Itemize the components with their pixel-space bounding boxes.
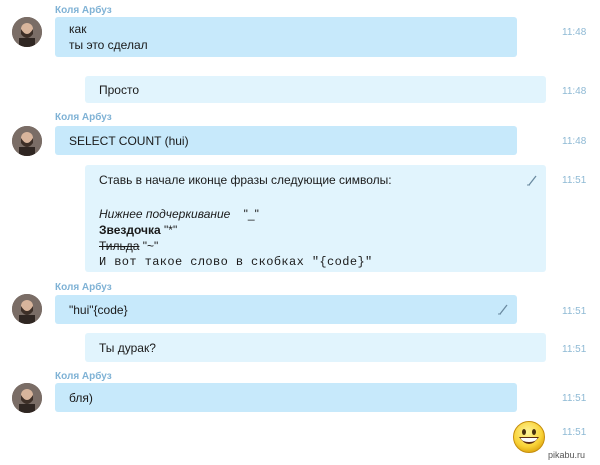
message-line: ты это сделал	[69, 38, 148, 52]
sender-name[interactable]: Коля Арбуз	[55, 112, 112, 124]
message-line: бля)	[69, 391, 93, 405]
message-line: "hui"{code}	[69, 303, 128, 317]
pencil-edit-icon[interactable]	[497, 303, 509, 315]
bold-label: Звездочка	[99, 223, 161, 237]
italic-label: Нижнее подчеркивание	[99, 207, 231, 221]
italic-symbol: "_"	[243, 207, 259, 221]
strike-symbol: "~"	[142, 239, 159, 253]
sender-name[interactable]: Коля Арбуз	[55, 371, 112, 383]
message-bubble[interactable]: Ты дурак?	[85, 333, 546, 362]
message-bubble[interactable]: SELECT COUNT (hui)	[55, 126, 517, 155]
avatar-image	[12, 126, 42, 156]
strike-label: Тильда	[99, 239, 140, 253]
message-time: 11:48	[562, 27, 587, 38]
bold-symbol: "*"	[164, 223, 178, 237]
message-bubble[interactable]: как ты это сделал	[55, 17, 517, 57]
sender-name[interactable]: Коля Арбуз	[55, 282, 112, 294]
message-bubble[interactable]: Просто	[85, 76, 546, 103]
user-avatar[interactable]	[12, 17, 42, 47]
avatar-image	[12, 383, 42, 413]
message-line: SELECT COUNT (hui)	[69, 134, 189, 148]
message-line: Ты дурак?	[99, 341, 156, 355]
user-avatar[interactable]	[12, 294, 42, 324]
message-time: 11:48	[562, 86, 587, 97]
message-time: 11:51	[562, 393, 587, 404]
user-avatar[interactable]	[12, 126, 42, 156]
message-line: как	[69, 22, 87, 36]
message-bubble[interactable]: бля)	[55, 383, 517, 412]
message-line: Просто	[99, 83, 140, 97]
grinning-emoji-icon[interactable]	[512, 420, 546, 454]
message-time: 11:51	[562, 344, 587, 355]
message-time: 11:51	[562, 306, 587, 317]
avatar-image	[12, 17, 42, 47]
message-time: 11:48	[562, 136, 587, 147]
formatted-message-bubble[interactable]: Ставь в начале иконце фразы следующие си…	[85, 165, 546, 272]
message-time: 11:51	[562, 175, 587, 186]
message-bubble[interactable]: "hui"{code}	[55, 295, 517, 324]
user-avatar[interactable]	[12, 383, 42, 413]
mono-line: И вот такое слово в скобках "{code}"	[99, 255, 373, 269]
message-time: 11:51	[562, 427, 587, 438]
message-line: Ставь в начале иконце фразы следующие си…	[99, 173, 392, 187]
watermark: pikabu.ru	[548, 450, 586, 460]
avatar-image	[12, 294, 42, 324]
pencil-edit-icon[interactable]	[526, 174, 538, 186]
sender-name[interactable]: Коля Арбуз	[55, 5, 112, 17]
